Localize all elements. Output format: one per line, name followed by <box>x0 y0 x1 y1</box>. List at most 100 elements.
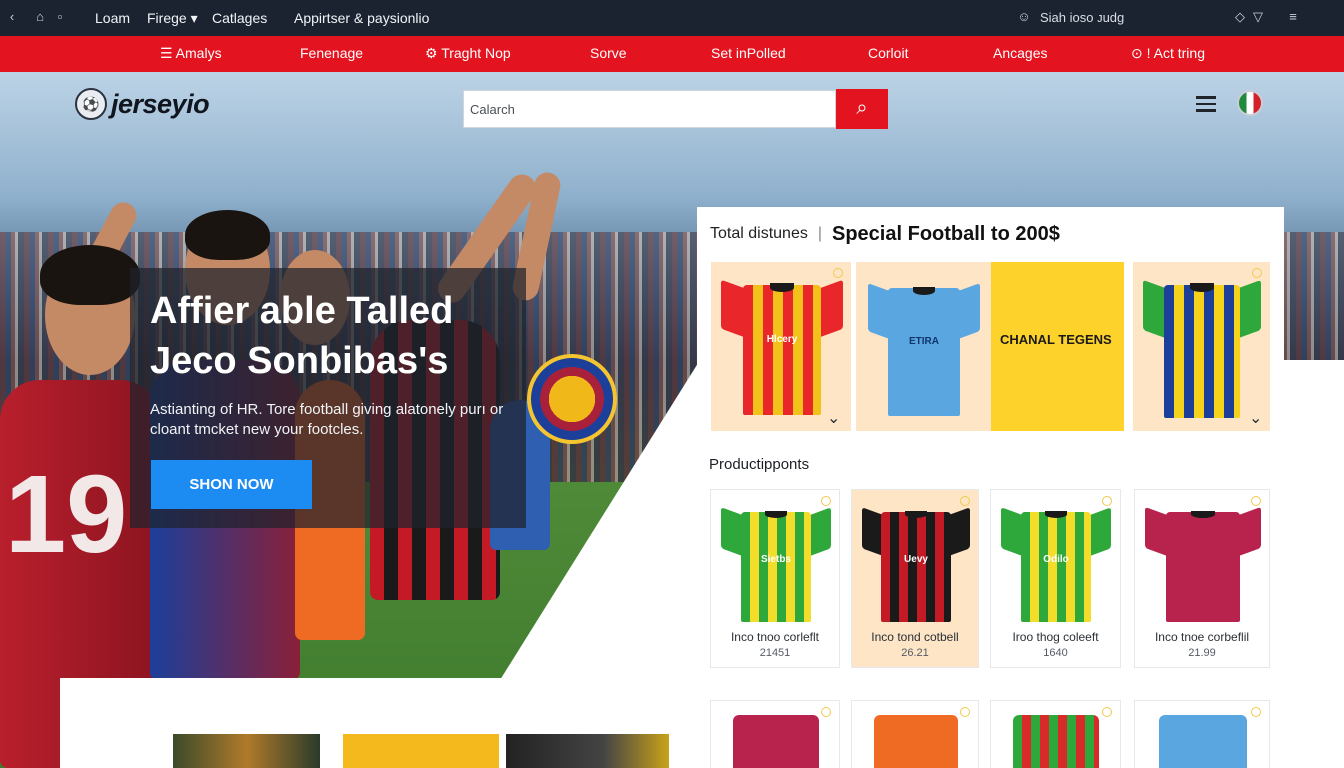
chevron-down-icon[interactable]: ⌄ <box>1249 408 1262 428</box>
nav-item-5[interactable]: Corloit <box>868 45 908 61</box>
jersey-brand: Sietbs <box>760 553 791 565</box>
topbar-item-0[interactable]: Loam <box>95 10 130 26</box>
favorite-icon[interactable] <box>1102 707 1112 717</box>
promo-title: Special Football to 200$ <box>832 222 1060 245</box>
jersey-body <box>1020 512 1092 622</box>
language-flag-icon[interactable] <box>1237 90 1263 116</box>
jersey-body <box>888 288 960 416</box>
club-crest-icon <box>527 354 617 444</box>
jersey-body <box>1164 284 1240 418</box>
menu-dots-icon[interactable]: ≡ <box>1285 9 1301 25</box>
jersey-image: Hlcery <box>721 270 843 415</box>
jersey-body <box>740 512 812 622</box>
back-icon[interactable]: ‹ <box>4 9 20 25</box>
info-icon: ⊙ ! <box>1131 45 1154 61</box>
nav-item-0[interactable]: ☰ Amalys <box>160 45 222 62</box>
hero-subtitle: Astianting of HR. Tore football giving a… <box>150 401 504 438</box>
favorite-icon[interactable] <box>821 707 831 717</box>
jersey-brand: Hlcery <box>766 333 798 345</box>
jersey-brand: Uevy <box>904 553 928 565</box>
collar <box>769 283 795 292</box>
product-name[interactable]: Inco tond cotbell <box>852 630 978 644</box>
product-price: 21451 <box>759 647 791 659</box>
user-label[interactable]: Siah ioso ᴊudg <box>1040 10 1124 25</box>
jersey-image <box>1143 270 1261 418</box>
jersey-body <box>742 284 822 415</box>
products-section-title: Productipponts <box>709 456 810 473</box>
promo-tile-3[interactable]: ⌄ <box>1133 262 1270 431</box>
jersey-image: Odilo <box>1001 500 1111 622</box>
product-price: 1640 <box>1043 647 1068 659</box>
product-card[interactable] <box>710 700 840 768</box>
category-thumbnail[interactable] <box>343 734 499 768</box>
nav-item-3[interactable]: Sorve <box>590 45 627 61</box>
player-hair <box>185 210 270 260</box>
product-card[interactable]: Inco tnoe corbeflil 21.99 <box>1134 489 1270 668</box>
player-hair <box>40 245 140 305</box>
jersey-brand: ETIRA <box>909 336 939 348</box>
filter-icon[interactable]: ▽ <box>1250 9 1266 25</box>
main-nav: ☰ Amalys Fenenage ⚙ Traght Nop Sorve Set… <box>0 36 1344 72</box>
crest-icon: ⚽ <box>75 88 107 120</box>
product-card[interactable] <box>990 700 1121 768</box>
nav-item-7[interactable]: ⊙ ! Act tring <box>1131 45 1205 62</box>
search-icon: ⌕ <box>856 97 868 119</box>
promo-small-label: Total distunes <box>710 225 808 242</box>
nav-item-6[interactable]: Ancages <box>993 45 1047 61</box>
gear-icon: ⚙ <box>425 45 442 61</box>
jersey-image: ETIRA <box>868 274 980 416</box>
category-thumbnail[interactable] <box>506 734 669 768</box>
product-name[interactable]: Inco tnoo corleflt <box>711 630 839 644</box>
user-icon[interactable]: ☺ <box>1016 9 1032 25</box>
search-button[interactable]: ⌕ <box>836 89 888 129</box>
product-card[interactable] <box>1134 700 1270 768</box>
jersey-image <box>874 715 958 768</box>
product-card[interactable]: Odilo Iroo thog coleeft 1640 <box>990 489 1121 668</box>
nav-item-4[interactable]: Set inPolled <box>711 45 786 61</box>
promo-header: Total distunes | Special Football to 200… <box>710 222 1060 246</box>
jersey-image: Uevy <box>862 500 970 622</box>
topbar-item-2[interactable]: Catlages <box>212 10 267 26</box>
jersey-image <box>1013 715 1099 768</box>
nav-item-1[interactable]: Fenenage <box>300 45 363 61</box>
jersey-image: Sietbs <box>721 500 831 622</box>
home-icon[interactable]: ⌂ <box>32 9 48 25</box>
promo-tile-1[interactable]: Hlcery ⌄ <box>711 262 851 431</box>
jersey-brand: Odilo <box>1043 553 1069 565</box>
promo-banner-text: CHANAL TEGENS <box>1000 332 1112 347</box>
jersey-image <box>1145 500 1261 622</box>
favorite-icon[interactable] <box>1251 707 1261 717</box>
product-card[interactable]: Uevy Inco tond cotbell 26.21 <box>851 489 979 668</box>
brand-logo[interactable]: ⚽ jerseyio <box>75 88 210 120</box>
player-number: 19 <box>5 453 128 576</box>
jersey-image <box>733 715 819 768</box>
hero-title-line-2: Jeco Sonbibas's <box>150 340 449 382</box>
jersey-body <box>881 512 951 622</box>
topbar-item-1[interactable]: Fіrege ▾ <box>147 10 198 27</box>
search-input[interactable]: Calarch <box>463 90 836 128</box>
lock-icon: ▫ <box>57 9 63 24</box>
product-card[interactable]: Sietbs Inco tnoo corleflt 21451 <box>710 489 840 668</box>
favorite-icon[interactable] <box>960 707 970 717</box>
brand-name: jerseyio <box>111 88 210 119</box>
nav-item-2[interactable]: ⚙ Traght Nop <box>425 45 511 62</box>
divider: | <box>817 225 822 242</box>
chevron-down-icon[interactable]: ⌄ <box>827 408 840 428</box>
topbar-item-3[interactable]: Appirtser & paysionlio <box>294 10 429 26</box>
product-name[interactable]: Iroo thog coleeft <box>991 630 1120 644</box>
settings-icon[interactable]: ◇ <box>1232 9 1248 25</box>
top-bar: ‹ ⌂ ▫ Loam Fіrege ▾ Catlages Appirtser &… <box>0 0 1344 36</box>
product-price: 21.99 <box>1188 647 1216 659</box>
hero-title: Affier able Talled Jeco Sonbibas's <box>150 286 530 386</box>
product-card[interactable] <box>851 700 979 768</box>
promo-tile-2[interactable]: ETIRA <box>856 262 991 431</box>
shop-now-button[interactable]: SHON NOW <box>151 460 312 509</box>
chevron-down-icon: ▾ <box>190 10 198 26</box>
jersey-image <box>1159 715 1247 768</box>
product-name[interactable]: Inco tnoe corbeflil <box>1135 630 1269 644</box>
category-thumbnail[interactable] <box>173 734 320 768</box>
list-icon: ☰ <box>160 45 176 61</box>
jersey-body <box>1165 512 1241 622</box>
hamburger-menu-icon[interactable] <box>1196 96 1216 112</box>
hero-title-line-1: Affier able Talled <box>150 290 454 332</box>
